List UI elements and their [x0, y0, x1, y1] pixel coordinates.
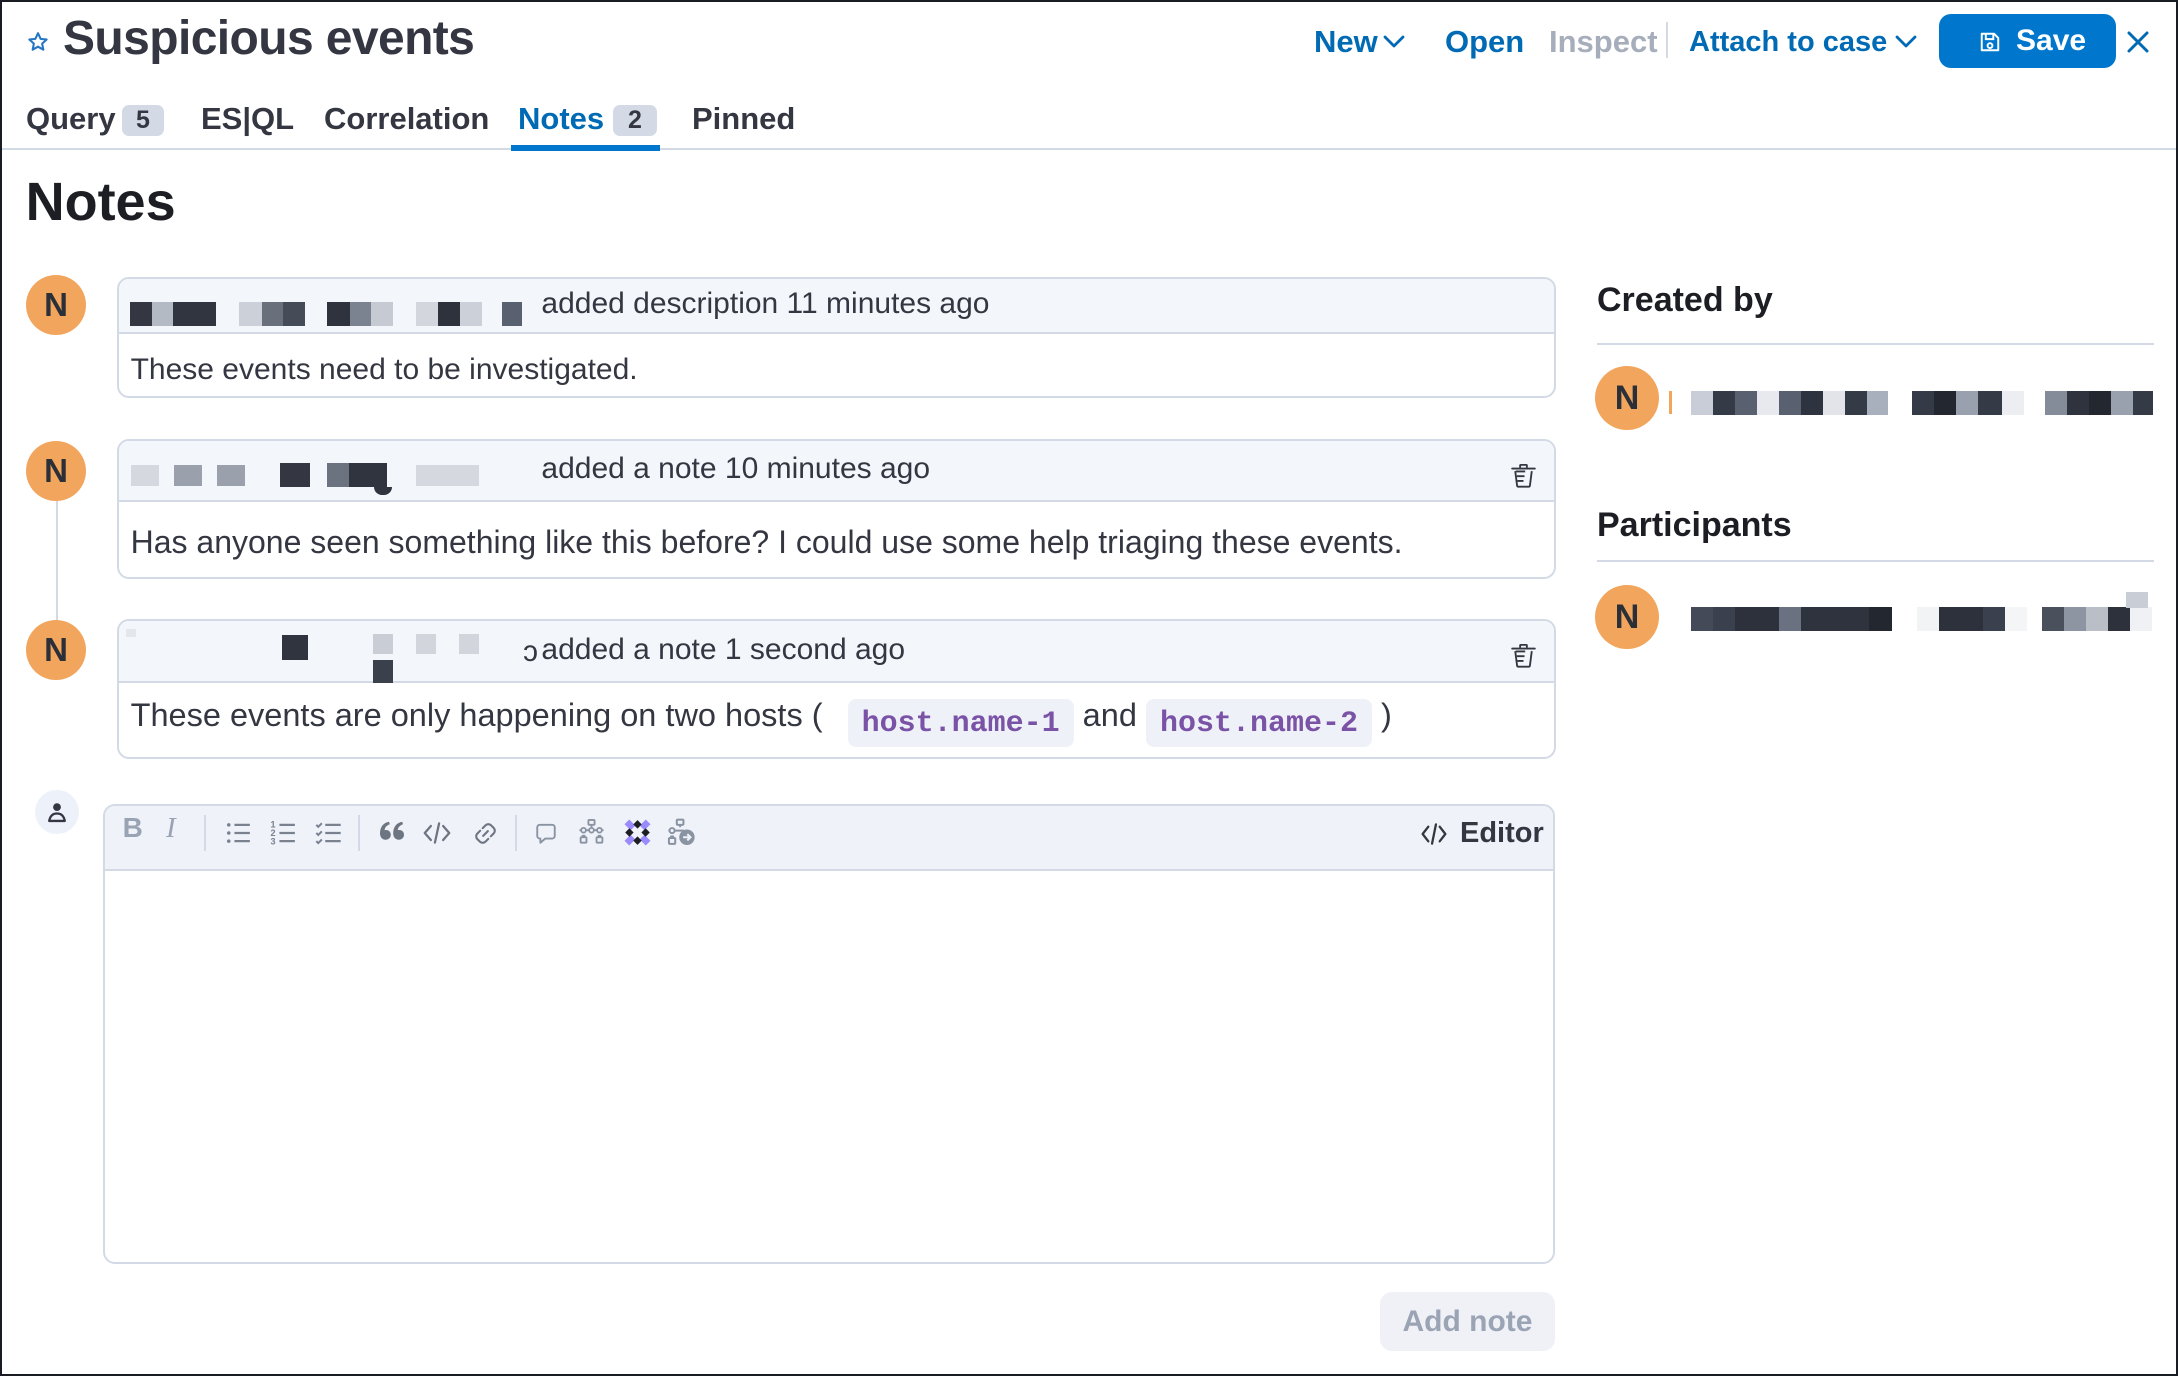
svg-text:3: 3 — [271, 836, 276, 846]
